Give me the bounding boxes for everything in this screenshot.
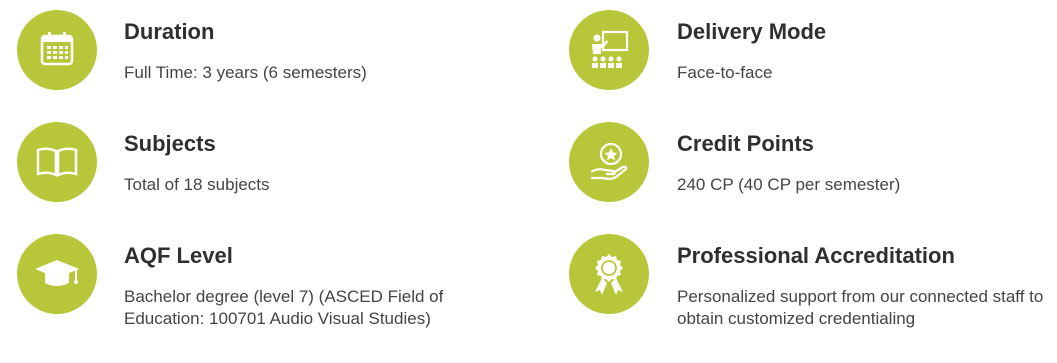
credit-title: Credit Points [677,131,814,156]
book-icon [36,147,78,177]
aqf-title: AQF Level [124,243,233,268]
duration-title: Duration [124,19,215,44]
hand-star-award-icon [590,142,628,180]
subjects-icon-badge [17,122,97,202]
rosette-award-icon [595,254,623,295]
accreditation-desc: Personalized support from our connected … [677,287,1044,328]
credit-desc: 240 CP (40 CP per semester) [677,175,901,194]
delivery-title: Delivery Mode [677,19,827,44]
aqf-desc: Bachelor degree (level 7) (ASCED Field o… [124,287,444,328]
duration-icon-badge [17,10,97,90]
credit-icon-badge [569,122,649,202]
calendar-icon [40,32,74,66]
subjects-desc: Total of 18 subjects [124,175,270,194]
delivery-icon-badge [569,10,649,90]
duration-desc: Full Time: 3 years (6 semesters) [124,63,367,82]
subjects-title: Subjects [124,131,216,156]
accreditation-title: Professional Accreditation [677,243,955,268]
graduation-cap-icon [35,260,79,286]
aqf-icon-badge [17,234,97,314]
accreditation-icon-badge [569,234,649,314]
delivery-desc: Face-to-face [677,63,773,82]
classroom-presentation-icon [592,30,629,68]
